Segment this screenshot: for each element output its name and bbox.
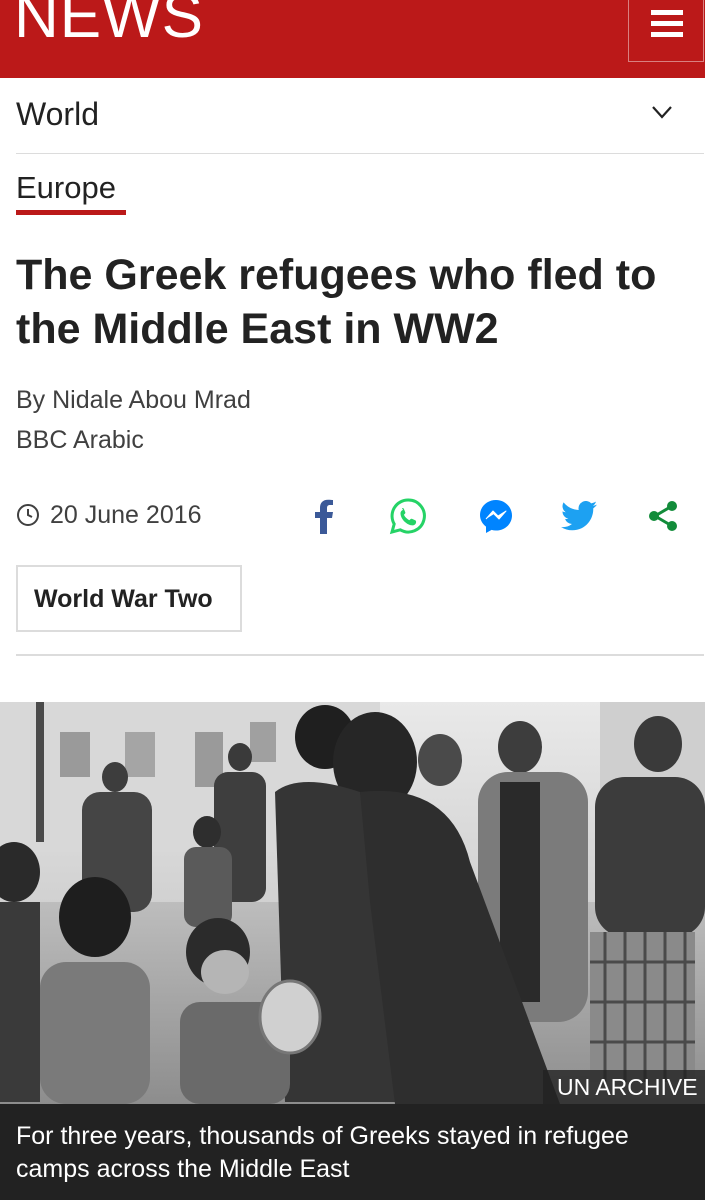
share-icon [649, 501, 677, 531]
section-label: World [16, 96, 99, 132]
clock-icon [17, 504, 39, 526]
author-organisation: BBC Arabic [16, 426, 144, 454]
publish-date: 20 June 2016 [50, 501, 202, 529]
image-credit: UN ARCHIVE [543, 1070, 705, 1104]
twitter-icon [561, 501, 597, 531]
twitter-share-button[interactable] [559, 496, 599, 536]
section-nav[interactable]: World [16, 78, 704, 154]
topic-tag-button[interactable]: World War Two [16, 565, 242, 632]
messenger-share-button[interactable] [476, 496, 516, 536]
topic-tag-label: World War Two [34, 585, 213, 613]
chevron-down-icon[interactable] [650, 100, 674, 124]
whatsapp-share-button[interactable] [388, 496, 428, 536]
share-button[interactable] [643, 496, 683, 536]
category-link[interactable]: Europe [16, 170, 116, 206]
article-headline: The Greek refugees who fled to the Middl… [16, 251, 657, 353]
whatsapp-icon [389, 498, 426, 535]
facebook-share-button[interactable] [304, 496, 344, 536]
messenger-icon [480, 500, 512, 533]
bbc-news-logo[interactable]: NEWS [14, 0, 204, 48]
facebook-icon [315, 499, 333, 534]
menu-button[interactable] [628, 0, 704, 62]
divider [16, 654, 704, 656]
article-photo [0, 702, 705, 1104]
photo-illustration [0, 702, 705, 1104]
top-bar: NEWS [0, 0, 705, 78]
image-caption-box: For three years, thousands of Greeks sta… [0, 1104, 705, 1200]
image-caption: For three years, thousands of Greeks sta… [16, 1122, 629, 1183]
author-byline: By Nidale Abou Mrad [16, 386, 251, 414]
category-underline [16, 210, 126, 215]
